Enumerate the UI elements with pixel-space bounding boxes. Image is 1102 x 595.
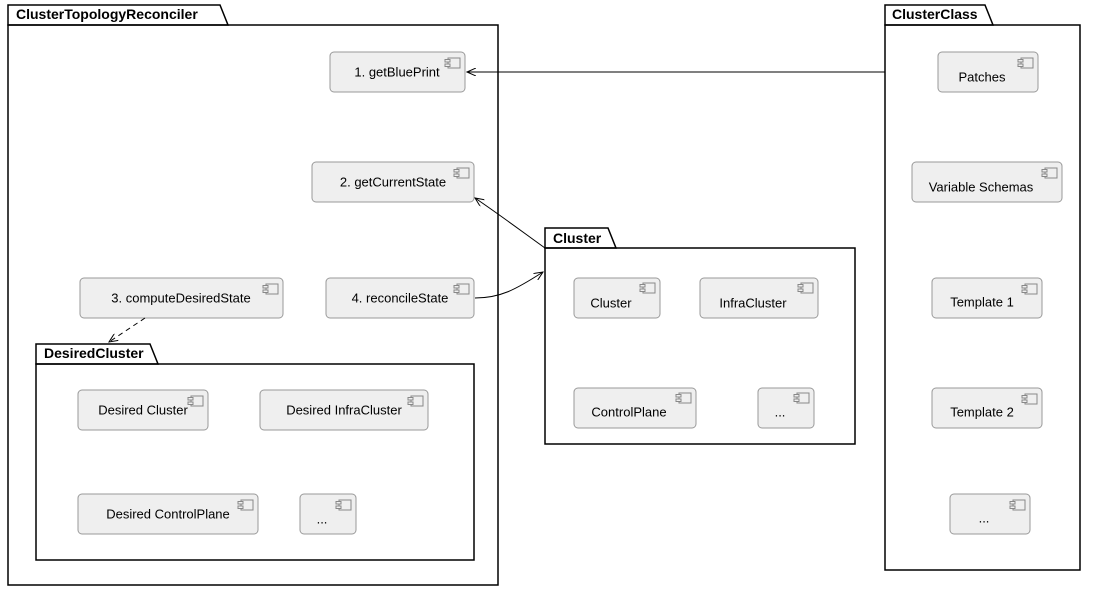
package-cluster-class-title: ClusterClass xyxy=(892,6,978,22)
component-step4: 4. reconcileState xyxy=(326,278,474,318)
component-template2-label: Template 2 xyxy=(950,404,1014,419)
component-controlplane: ControlPlane xyxy=(574,388,696,428)
component-step3-label: 3. computeDesiredState xyxy=(111,290,250,305)
component-variable-schemas: Variable Schemas xyxy=(912,162,1062,202)
component-step1-label: 1. getBluePrint xyxy=(354,64,440,79)
component-step2: 2. getCurrentState xyxy=(312,162,474,202)
component-cluster-more: ... xyxy=(758,388,814,428)
component-desired-more-label: ... xyxy=(317,511,328,526)
component-variable-schemas-label: Variable Schemas xyxy=(929,179,1034,194)
component-desired-infracluster: Desired InfraCluster xyxy=(260,390,428,430)
component-template1: Template 1 xyxy=(932,278,1042,318)
arrow-reconcile-to-cluster xyxy=(475,272,543,298)
component-desired-controlplane-label: Desired ControlPlane xyxy=(106,506,230,521)
package-desired-cluster-title: DesiredCluster xyxy=(44,345,144,361)
component-step4-label: 4. reconcileState xyxy=(352,290,449,305)
component-clusterclass-more-label: ... xyxy=(979,510,990,525)
component-infracluster: InfraCluster xyxy=(700,278,818,318)
package-reconciler-title: ClusterTopologyReconciler xyxy=(16,6,198,22)
component-cluster-more-label: ... xyxy=(775,404,786,419)
component-desired-infracluster-label: Desired InfraCluster xyxy=(286,402,402,417)
component-infracluster-label: InfraCluster xyxy=(719,295,787,310)
component-desired-more: ... xyxy=(300,494,356,534)
component-desired-cluster: Desired Cluster xyxy=(78,390,208,430)
package-cluster-title: Cluster xyxy=(553,230,602,246)
arrow-cluster-to-currentstate xyxy=(475,198,545,248)
component-template2: Template 2 xyxy=(932,388,1042,428)
component-clusterclass-more: ... xyxy=(950,494,1030,534)
component-step1: 1. getBluePrint xyxy=(330,52,465,92)
component-patches: Patches xyxy=(938,52,1038,92)
component-controlplane-label: ControlPlane xyxy=(591,404,666,419)
component-desired-cluster-label: Desired Cluster xyxy=(98,402,188,417)
component-patches-label: Patches xyxy=(959,69,1006,84)
arrow-compute-to-desired xyxy=(109,318,145,342)
component-cluster: Cluster xyxy=(574,278,660,318)
component-desired-controlplane: Desired ControlPlane xyxy=(78,494,258,534)
component-template1-label: Template 1 xyxy=(950,294,1014,309)
component-step3: 3. computeDesiredState xyxy=(80,278,283,318)
component-cluster-label: Cluster xyxy=(590,295,632,310)
component-step2-label: 2. getCurrentState xyxy=(340,174,446,189)
